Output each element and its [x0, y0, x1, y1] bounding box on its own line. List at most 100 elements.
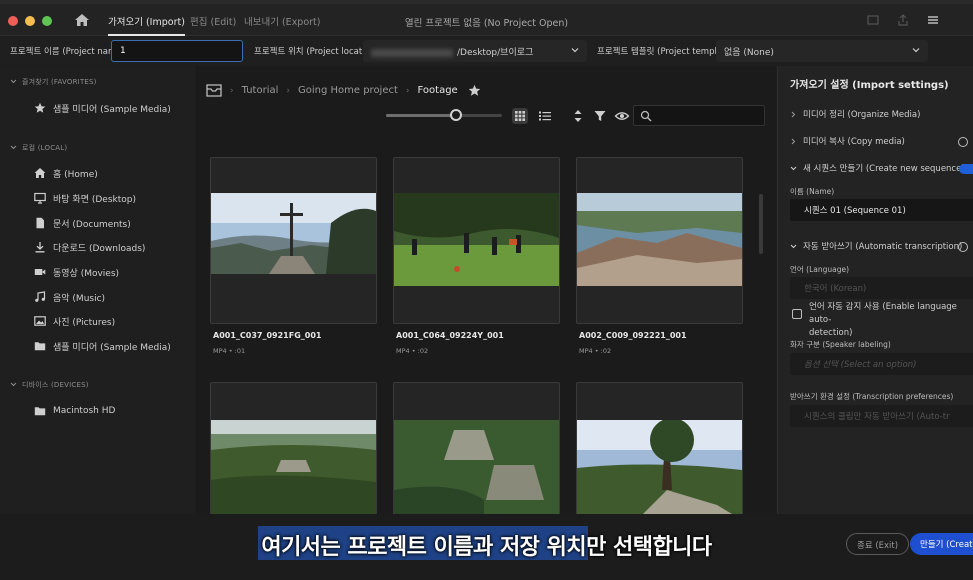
import-settings-panel: 가져오기 설정 (Import settings) 미디어 정리 (Organi… [777, 66, 973, 514]
breadcrumb-separator: › [405, 85, 410, 96]
tab-edit[interactable]: 편집 (Edit) [190, 14, 236, 28]
project-settings-row: 프로젝트 이름 (Project name) 1 프로젝트 위치 (Projec… [0, 37, 973, 65]
star-icon[interactable] [468, 84, 481, 97]
auto-detect-checkbox[interactable] [792, 309, 802, 319]
clip-name: A001_C064_09224Y_001 [396, 331, 504, 340]
workspace-icon[interactable] [866, 13, 880, 27]
copy-media-toggle[interactable] [958, 137, 968, 147]
home-icon[interactable] [74, 13, 90, 27]
breadcrumb-item-footage[interactable]: Footage [418, 85, 458, 96]
folder-icon [34, 407, 46, 416]
devices-section-header[interactable]: 디바이스 (DEVICES) [10, 380, 89, 390]
thumbnail-size-slider[interactable] [386, 109, 502, 121]
project-name-input[interactable]: 1 [111, 40, 243, 62]
clip-card[interactable] [393, 382, 560, 522]
sidebar-item-documents[interactable]: 문서 (Documents) [34, 216, 131, 230]
sidebar-item-macintosh-hd[interactable]: Macintosh HD [34, 404, 115, 418]
auto-transcription-row[interactable]: 자동 받아쓰기 (Automatic transcription) [790, 240, 962, 252]
exit-button[interactable]: 종료 (Exit) [846, 533, 910, 555]
sidebar-item-pictures[interactable]: 사진 (Pictures) [34, 314, 115, 328]
clip-card[interactable]: A001_C064_09224Y_001 MP4 • :02 [393, 157, 560, 355]
create-sequence-toggle[interactable] [959, 164, 973, 174]
sidebar-item-label: 샘플 미디어 (Sample Media) [53, 104, 171, 115]
sidebar-item-label: 사진 (Pictures) [53, 317, 116, 328]
favorites-section-header[interactable]: 즐겨찾기 (FAVORITES) [10, 77, 97, 87]
clip-card[interactable]: A002_C009_092221_001 MP4 • :02 [576, 157, 743, 355]
grid-view-icon[interactable] [512, 108, 528, 124]
chevron-down-icon [10, 145, 17, 150]
sidebar-item-label: 샘플 미디어 (Sample Media) [53, 342, 171, 353]
eye-icon[interactable] [614, 108, 630, 124]
sidebar-item-sample-media-favorite[interactable]: 샘플 미디어 (Sample Media) [34, 101, 171, 115]
tab-import[interactable]: 가져오기 (Import) [108, 14, 185, 36]
sequence-name-input[interactable]: 시퀀스 01 (Sequence 01) [790, 199, 973, 221]
slider-handle[interactable] [450, 109, 462, 121]
sidebar-item-sample-media[interactable]: 샘플 미디어 (Sample Media) [34, 339, 171, 353]
breadcrumb-separator: › [286, 85, 290, 96]
close-window-button[interactable] [8, 16, 18, 26]
sidebar-item-downloads[interactable]: 다운로드 (Downloads) [34, 240, 145, 254]
create-sequence-row[interactable]: 새 시퀀스 만들기 (Create new sequence) [790, 162, 965, 174]
vertical-scrollbar[interactable] [759, 194, 763, 254]
language-select[interactable]: 한국어 (Korean) [790, 277, 973, 299]
project-template-select[interactable]: 없음 (None) [716, 40, 928, 62]
chevron-down-icon [571, 48, 579, 53]
breadcrumb-separator: › [230, 85, 234, 96]
chevron-down-icon [790, 244, 797, 248]
chevron-down-icon [912, 48, 920, 53]
search-icon [640, 110, 652, 122]
home-icon [34, 168, 46, 178]
download-icon [35, 242, 45, 253]
devices-header-label: 디바이스 (DEVICES) [22, 381, 89, 389]
auto-detect-label: 언어 자동 감지 사용 (Enable language auto- detec… [809, 301, 973, 340]
organize-media-toggle-row[interactable]: 미디어 정리 (Organize Media) [790, 108, 920, 120]
transcription-prefs-select[interactable]: 시퀀스의 클립만 자동 받아쓰기 (Auto-tr [790, 405, 973, 427]
sequence-name-label: 이름 (Name) [790, 187, 835, 196]
premiere-import-window: 가져오기 (Import) 편집 (Edit) 내보내기 (Export) 열린… [0, 0, 973, 580]
speaker-labeling-select[interactable]: 옵션 선택 (Select an option) [790, 353, 973, 375]
sidebar-item-desktop[interactable]: 바탕 화면 (Desktop) [34, 191, 136, 205]
sidebar-item-label: 바탕 화면 (Desktop) [53, 194, 136, 205]
sidebar-item-movies[interactable]: 동영상 (Movies) [34, 265, 119, 279]
sort-icon[interactable] [570, 108, 586, 124]
media-search-input[interactable] [633, 105, 765, 126]
video-icon [34, 269, 46, 275]
window-controls [8, 16, 52, 26]
clip-card[interactable] [210, 382, 377, 522]
share-icon[interactable] [896, 13, 910, 27]
bottom-bar: 여기서는 프로젝트 이름과 저장 위치만 선택합니다 종료 (Exit) 만들기… [0, 514, 973, 580]
tab-export[interactable]: 내보내기 (Export) [244, 14, 321, 28]
project-template-label: 프로젝트 템플릿 (Project template) [597, 47, 734, 57]
list-view-icon[interactable] [537, 108, 553, 124]
chevron-right-icon [791, 138, 796, 144]
zoom-window-button[interactable] [42, 16, 52, 26]
sidebar-item-music[interactable]: 음악 (Music) [34, 290, 105, 304]
sidebar-item-label: 음악 (Music) [53, 293, 106, 304]
transcription-prefs-label: 받아쓰기 환경 설정 (Transcription preferences) [790, 392, 954, 401]
chevron-down-icon [10, 382, 17, 387]
desktop-icon [34, 192, 46, 204]
breadcrumb-item-going-home[interactable]: Going Home project [298, 85, 398, 96]
create-button[interactable]: 만들기 (Create) [910, 533, 973, 555]
menu-icon[interactable] [926, 13, 940, 27]
clip-name: A002_C009_092221_001 [579, 331, 687, 340]
clip-thumbnail [211, 193, 376, 274]
sidebar-item-label: 다운로드 (Downloads) [53, 243, 146, 254]
auto-transcription-toggle[interactable] [958, 242, 968, 252]
clip-thumbnail [211, 420, 376, 520]
copy-media-row[interactable]: 미디어 복사 (Copy media) [790, 135, 905, 147]
sidebar-item-home[interactable]: 홈 (Home) [34, 166, 98, 180]
copy-media-label: 미디어 복사 (Copy media) [803, 137, 905, 147]
minimize-window-button[interactable] [25, 16, 35, 26]
folder-icon [34, 342, 46, 351]
clip-card[interactable]: A001_C037_0921FG_001 MP4 • :01 [210, 157, 377, 355]
local-section-header[interactable]: 로컬 (LOCAL) [10, 143, 67, 153]
clip-thumbnail [577, 420, 742, 520]
project-location-select[interactable]: /Desktop/브이로그 [363, 40, 587, 62]
filter-icon[interactable] [592, 108, 608, 124]
folder-tray-icon[interactable] [206, 84, 222, 97]
import-settings-title: 가져오기 설정 (Import settings) [790, 80, 949, 91]
clip-meta: MP4 • :02 [579, 347, 612, 355]
clip-card[interactable] [576, 382, 743, 522]
breadcrumb-item-tutorial[interactable]: Tutorial [242, 85, 279, 96]
